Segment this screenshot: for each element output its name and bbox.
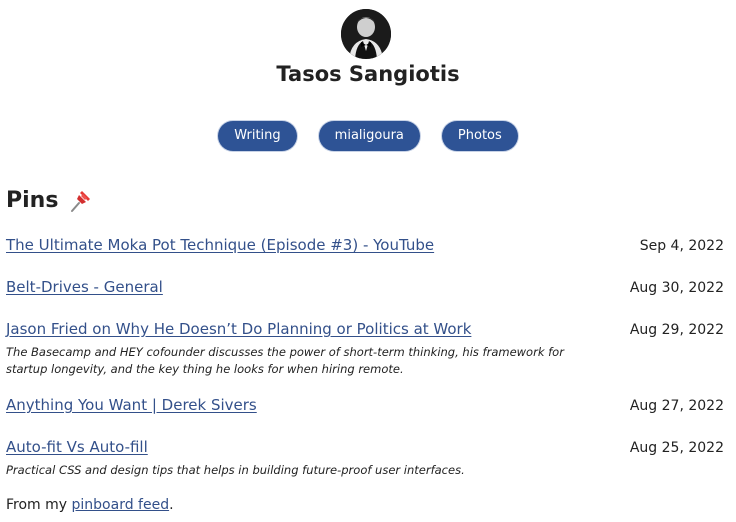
- list-item: Jason Fried on Why He Doesn’t Do Plannin…: [6, 320, 724, 378]
- pin-date: Aug 27, 2022: [629, 398, 724, 414]
- list-item: Anything You Want | Derek Sivers Aug 27,…: [6, 396, 724, 414]
- pin-description: Practical CSS and design tips that helps…: [6, 463, 465, 477]
- pin-description: The Basecamp and HEY cofounder discusses…: [6, 345, 564, 376]
- profile-name: Tasos Sangiotis: [276, 62, 460, 86]
- nav-mialigoura-button[interactable]: mialigoura: [318, 121, 420, 151]
- avatar[interactable]: [341, 9, 391, 59]
- footer-suffix: .: [169, 497, 174, 513]
- footer-prefix: From my: [6, 497, 72, 513]
- list-item: Auto-fit Vs Auto-fill Aug 25, 2022 Pract…: [6, 438, 724, 479]
- pins-title: Pins: [6, 188, 59, 213]
- profile-header: Tasos Sangiotis Writing mialigoura Photo…: [0, 0, 736, 190]
- avatar-photo-icon: [341, 9, 391, 59]
- pin-date: Aug 30, 2022: [629, 280, 724, 296]
- pin-link[interactable]: Belt-Drives - General: [6, 278, 163, 296]
- pinboard-feed-link[interactable]: pinboard feed: [72, 497, 170, 513]
- pin-link[interactable]: Jason Fried on Why He Doesn’t Do Plannin…: [6, 320, 471, 338]
- main-nav: Writing mialigoura Photos: [0, 121, 736, 151]
- pins-heading: Pins: [6, 188, 92, 213]
- pin-date: Sep 4, 2022: [639, 238, 724, 254]
- pin-date: Aug 29, 2022: [629, 322, 724, 338]
- pin-link[interactable]: Anything You Want | Derek Sivers: [6, 396, 257, 414]
- footer-text: From my pinboard feed.: [6, 497, 174, 513]
- nav-photos-button[interactable]: Photos: [441, 121, 518, 151]
- nav-writing-button[interactable]: Writing: [218, 121, 297, 151]
- pin-date: Aug 25, 2022: [629, 440, 724, 456]
- list-item: The Ultimate Moka Pot Technique (Episode…: [6, 236, 724, 254]
- pushpin-icon: [68, 189, 92, 213]
- pin-link[interactable]: Auto-fit Vs Auto-fill: [6, 438, 148, 456]
- list-item: Belt-Drives - General Aug 30, 2022: [6, 278, 724, 296]
- pin-link[interactable]: The Ultimate Moka Pot Technique (Episode…: [6, 236, 434, 254]
